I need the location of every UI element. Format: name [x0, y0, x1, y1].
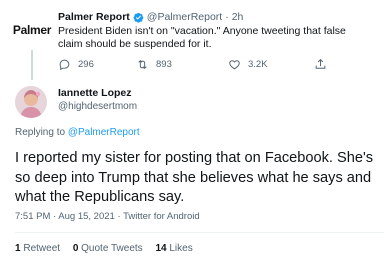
- profile-photo-icon: [15, 86, 47, 118]
- retweet-icon: [138, 60, 147, 69]
- replying-to-mention[interactable]: @PalmerReport: [68, 127, 140, 138]
- reply-author-handle[interactable]: @highdesertmom: [58, 101, 137, 112]
- avatar-logo-text: Palmer: [12, 23, 52, 37]
- like-action[interactable]: 3.2K: [228, 58, 268, 71]
- share-action[interactable]: [314, 58, 334, 71]
- reply-count: 296: [78, 59, 94, 70]
- likes-stat[interactable]: 14 Likes: [155, 243, 192, 254]
- heart-icon: [229, 60, 240, 70]
- retweet-action[interactable]: 893: [136, 58, 172, 71]
- quotes-count: 0: [72, 243, 79, 254]
- iannette-lopez-avatar[interactable]: [15, 86, 47, 118]
- likes-count: 14: [155, 243, 167, 254]
- tweet-time[interactable]: 2h: [232, 11, 244, 23]
- thread-connector-line: [31, 50, 33, 80]
- parent-tweet-header: Palmer Report @PalmerReport · 2h: [58, 11, 243, 23]
- like-count: 3.2K: [248, 59, 268, 70]
- verified-badge-icon: [133, 12, 144, 23]
- reply-action[interactable]: 296: [58, 58, 94, 71]
- reply-icon: [59, 59, 70, 71]
- palmer-report-avatar[interactable]: Palmer: [12, 13, 52, 47]
- author-handle[interactable]: @PalmerReport: [147, 11, 222, 23]
- meta-separator: ·: [225, 11, 229, 23]
- author-name[interactable]: Palmer Report: [58, 11, 130, 23]
- stats-divider: [15, 232, 384, 233]
- tweet-stats: 1 Retweet 0 Quote Tweets 14 Likes: [15, 243, 203, 254]
- quote-tweets-stat[interactable]: 0 Quote Tweets: [73, 243, 143, 254]
- retweets-stat[interactable]: 1 Retweet: [15, 243, 60, 254]
- share-icon: [315, 58, 326, 69]
- reply-tweet-text: I reported my sister for posting that on…: [15, 150, 374, 205]
- tweet-timestamp[interactable]: 7:51 PM · Aug 15, 2021 · Twitter for And…: [15, 211, 200, 222]
- parent-tweet-text: President Biden isn't on "vacation." Any…: [58, 25, 346, 50]
- replying-to-prefix: Replying to: [15, 127, 66, 138]
- reply-author-name[interactable]: Iannette Lopez: [58, 87, 132, 99]
- parent-tweet-actions: 296 893 3.2K: [58, 58, 358, 72]
- retweets-label: Retweet: [23, 243, 61, 254]
- retweet-count: 893: [156, 59, 172, 70]
- likes-label: Likes: [169, 243, 193, 254]
- parent-tweet[interactable]: Palmer Palmer Report @PalmerReport · 2h …: [0, 0, 384, 80]
- quotes-label: Quote Tweets: [81, 243, 143, 254]
- replying-to-line: Replying to @PalmerReport: [15, 127, 140, 138]
- retweets-count: 1: [15, 243, 21, 254]
